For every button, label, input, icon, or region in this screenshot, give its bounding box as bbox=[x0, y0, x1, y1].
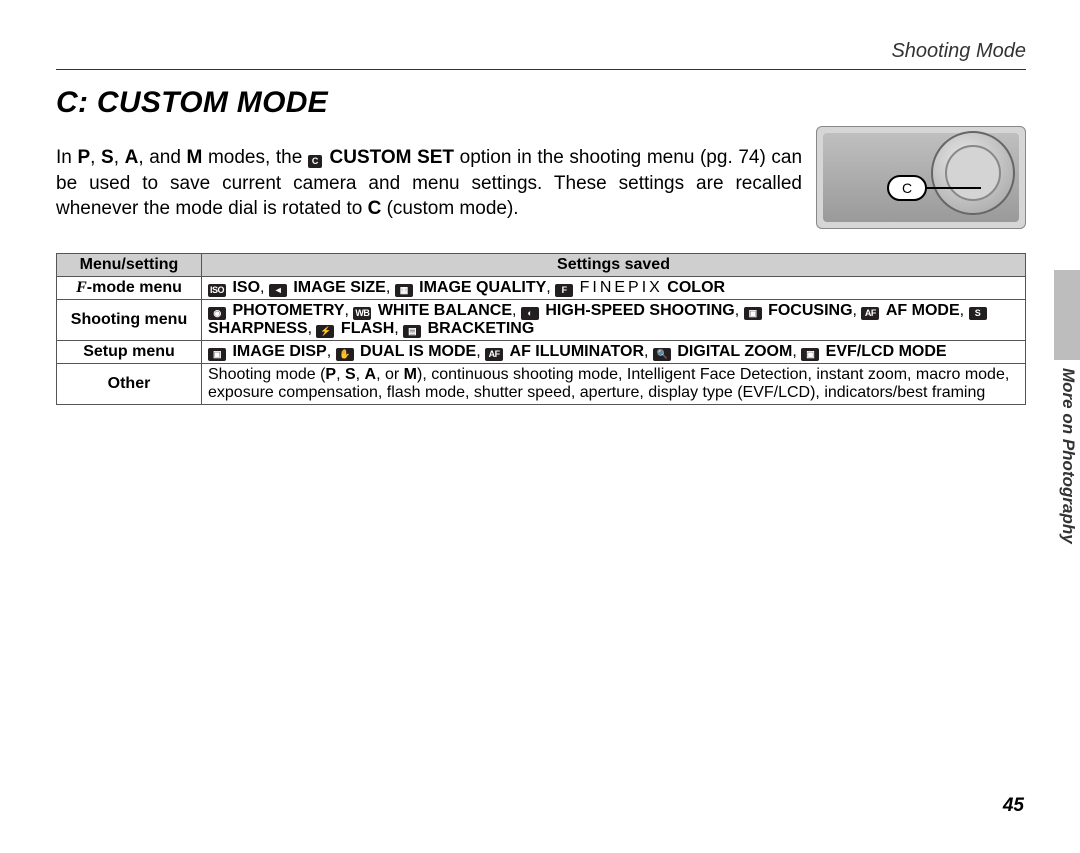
chapter-label: More on Photography bbox=[1056, 368, 1078, 588]
af-mode-icon: AF bbox=[861, 307, 879, 320]
row-content: ISO ISO, ◄ IMAGE SIZE, ▦ IMAGE QUALITY, … bbox=[202, 276, 1026, 299]
setting-item: IMAGE SIZE bbox=[293, 279, 385, 296]
row-label-setup: Setup menu bbox=[57, 340, 202, 363]
row-label-other: Other bbox=[57, 363, 202, 404]
col-header-saved: Settings saved bbox=[202, 253, 1026, 276]
focusing-icon: ▣ bbox=[744, 307, 762, 320]
setting-item: COLOR bbox=[663, 279, 725, 296]
divider bbox=[56, 69, 1026, 70]
setting-item: DIGITAL ZOOM bbox=[677, 343, 792, 360]
row-label-text: -mode menu bbox=[87, 279, 182, 296]
setting-item: EVF/LCD MODE bbox=[826, 343, 947, 360]
sharpness-icon: S bbox=[969, 307, 987, 320]
setting-item: HIGH-SPEED SHOOTING bbox=[545, 302, 734, 319]
setting-item: AF MODE bbox=[886, 302, 960, 319]
mode-letter: A bbox=[365, 366, 377, 383]
mode-m: M bbox=[187, 147, 203, 168]
page-number: 45 bbox=[1003, 795, 1024, 817]
row-content-other: Shooting mode (P, S, A, or M), continuou… bbox=[202, 363, 1026, 404]
row-content: ◉ PHOTOMETRY, WB WHITE BALANCE, ◐ HIGH-S… bbox=[202, 299, 1026, 340]
setting-item: ISO bbox=[232, 279, 260, 296]
row-label-shooting: Shooting menu bbox=[57, 299, 202, 340]
custom-set-label: CUSTOM SET bbox=[330, 147, 455, 168]
high-speed-icon: ◐ bbox=[521, 307, 539, 320]
col-header-menu: Menu/setting bbox=[57, 253, 202, 276]
mode-c: C bbox=[368, 198, 382, 219]
table-row: Other Shooting mode (P, S, A, or M), con… bbox=[57, 363, 1026, 404]
digital-zoom-icon: 🔍 bbox=[653, 348, 671, 361]
setting-item: FLASH bbox=[341, 320, 394, 337]
image-disp-icon: ▣ bbox=[208, 348, 226, 361]
table-row: Setup menu ▣ IMAGE DISP, ✋ DUAL IS MODE,… bbox=[57, 340, 1026, 363]
table-row: Shooting menu ◉ PHOTOMETRY, WB WHITE BAL… bbox=[57, 299, 1026, 340]
setting-item: BRACKETING bbox=[428, 320, 535, 337]
setting-item: IMAGE DISP bbox=[232, 343, 326, 360]
setting-item: PHOTOMETRY bbox=[232, 302, 344, 319]
mode-letter: M bbox=[404, 366, 417, 383]
intro-text: (custom mode). bbox=[381, 198, 518, 219]
setting-item: DUAL IS MODE bbox=[360, 343, 476, 360]
setting-item: IMAGE QUALITY bbox=[419, 279, 546, 296]
intro-text: modes, the bbox=[202, 147, 308, 168]
row-content: ▣ IMAGE DISP, ✋ DUAL IS MODE, AF AF ILLU… bbox=[202, 340, 1026, 363]
intro-paragraph: In P, S, A, and M modes, the C CUSTOM SE… bbox=[56, 145, 802, 222]
setting-item: WHITE BALANCE bbox=[378, 302, 512, 319]
bracketing-icon: ▤ bbox=[403, 325, 421, 338]
camera-dial-illustration: C bbox=[816, 126, 1026, 229]
page-heading: C: CUSTOM MODE bbox=[56, 86, 1026, 120]
white-balance-icon: WB bbox=[353, 307, 371, 320]
f-prefix: F bbox=[76, 279, 87, 296]
intro-text: In bbox=[56, 147, 77, 168]
chapter-tab bbox=[1054, 270, 1080, 360]
finepix-color-icon: F bbox=[555, 284, 573, 297]
setting-item: AF ILLUMINATOR bbox=[510, 343, 645, 360]
flash-icon: ⚡ bbox=[316, 325, 334, 338]
mode-letter: S bbox=[345, 366, 356, 383]
settings-table: Menu/setting Settings saved F-mode menu … bbox=[56, 253, 1026, 405]
mode-letter: P bbox=[325, 366, 336, 383]
section-title: Shooting Mode bbox=[56, 40, 1026, 63]
af-illuminator-icon: AF bbox=[485, 348, 503, 361]
finepix-text: FINEPIX bbox=[580, 279, 663, 296]
row-label-fmode: F-mode menu bbox=[57, 276, 202, 299]
dial-callout: C bbox=[887, 175, 927, 201]
iso-icon: ISO bbox=[208, 284, 226, 297]
evf-lcd-icon: ▣ bbox=[801, 348, 819, 361]
mode-p: P bbox=[77, 147, 90, 168]
custom-set-icon: C bbox=[308, 155, 322, 168]
setting-item: FOCUSING bbox=[768, 302, 852, 319]
mode-a: A bbox=[125, 147, 139, 168]
dual-is-icon: ✋ bbox=[336, 348, 354, 361]
setting-item: SHARPNESS bbox=[208, 320, 308, 337]
table-row: F-mode menu ISO ISO, ◄ IMAGE SIZE, ▦ IMA… bbox=[57, 276, 1026, 299]
photometry-icon: ◉ bbox=[208, 307, 226, 320]
mode-s: S bbox=[101, 147, 114, 168]
image-quality-icon: ▦ bbox=[395, 284, 413, 297]
image-size-icon: ◄ bbox=[269, 284, 287, 297]
